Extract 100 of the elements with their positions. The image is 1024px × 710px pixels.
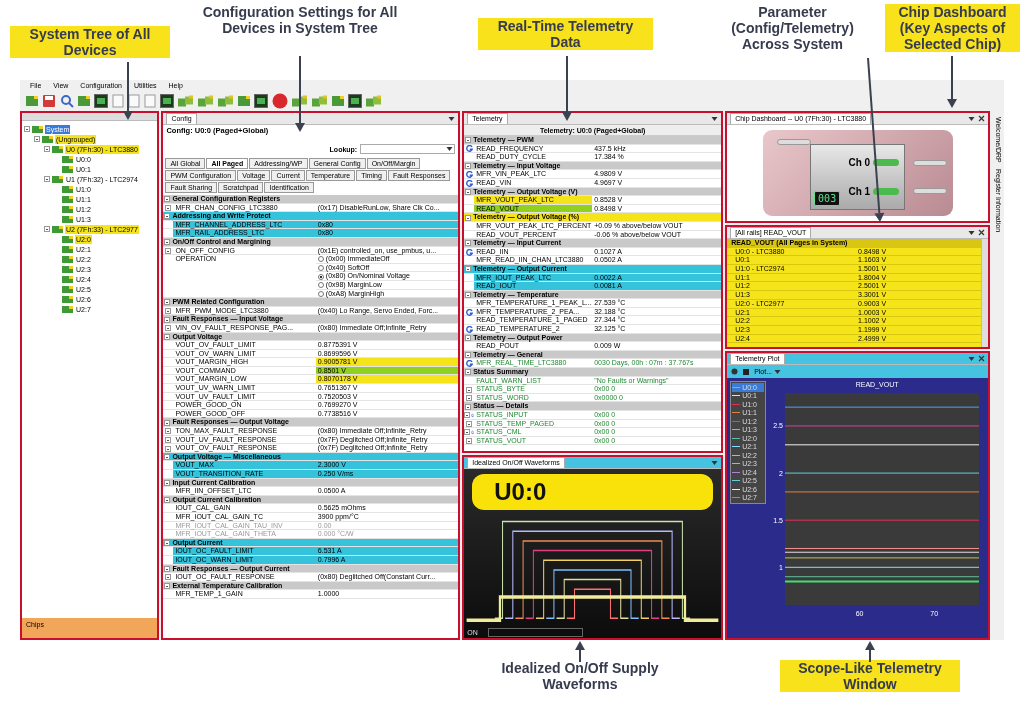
collapse-icon[interactable] <box>164 497 171 504</box>
collapse-icon[interactable] <box>164 565 171 572</box>
dropdown-arrow-icon <box>446 146 454 152</box>
expand-icon[interactable] <box>165 325 172 332</box>
close-icon <box>978 115 986 122</box>
board-icon <box>160 94 174 108</box>
expand-icon[interactable] <box>44 146 50 152</box>
expand-icon[interactable] <box>165 436 172 443</box>
callout-label: Idealized On/Off Supply Waveforms <box>500 660 660 692</box>
expand-icon[interactable] <box>44 226 50 232</box>
callout-label: System Tree of All Devices <box>10 26 170 58</box>
collapse-icon[interactable] <box>164 454 171 461</box>
collapse-icon[interactable] <box>164 540 171 547</box>
stop-icon <box>272 93 288 109</box>
expand-icon[interactable] <box>466 395 473 402</box>
dropdown-arrow-icon <box>968 229 976 236</box>
chip-icon <box>62 305 73 313</box>
chip-icon <box>62 215 73 223</box>
collapse-icon[interactable] <box>465 369 472 376</box>
lookup-field[interactable] <box>360 144 456 154</box>
collapse-icon[interactable] <box>465 334 472 341</box>
collapse-icon[interactable] <box>164 333 171 340</box>
callout-arrow <box>123 61 133 120</box>
callout-label: Parameter (Config/Telemetry) Across System <box>730 4 855 52</box>
dropdown-arrow-icon <box>711 115 719 122</box>
chip-icon <box>62 275 73 283</box>
close-icon <box>978 229 986 236</box>
chip-icon <box>62 195 73 203</box>
collapse-icon[interactable] <box>164 419 171 426</box>
chip-icon <box>238 96 250 106</box>
expand-icon[interactable] <box>44 176 50 182</box>
collapse-icon[interactable] <box>465 403 472 410</box>
chips-icon <box>366 94 382 108</box>
status-led <box>873 159 900 166</box>
expand-icon[interactable] <box>24 126 30 132</box>
collapse-icon[interactable] <box>465 292 472 298</box>
board-icon <box>348 94 362 108</box>
chip-icon <box>62 295 73 303</box>
collapse-icon[interactable] <box>465 188 472 195</box>
chips-icon <box>312 94 328 108</box>
collapse-icon[interactable] <box>164 196 171 203</box>
expand-icon[interactable] <box>165 445 172 452</box>
hand-icon <box>731 368 739 375</box>
chip-icon <box>332 96 344 106</box>
callout-label: Scope-Like Telemetry Window <box>780 660 960 692</box>
radio-button[interactable] <box>317 290 324 297</box>
value-pill <box>776 139 811 145</box>
value-pill <box>912 188 947 194</box>
search-icon <box>60 94 74 108</box>
board-icon <box>94 94 108 108</box>
chip-icon <box>62 205 73 213</box>
chip-icon <box>62 235 73 243</box>
callout-label: Configuration Settings for All Devices in System Tree <box>201 4 399 36</box>
expand-icon[interactable] <box>464 429 471 436</box>
callout-arrow <box>947 55 957 108</box>
expand-icon[interactable] <box>165 308 172 314</box>
collapse-icon[interactable] <box>465 240 472 247</box>
collapse-icon[interactable] <box>465 214 472 221</box>
collapse-icon[interactable] <box>465 352 472 359</box>
chip-icon <box>52 225 63 233</box>
collapse-icon[interactable] <box>164 239 171 246</box>
expand-icon[interactable] <box>466 420 473 427</box>
radio-button[interactable] <box>317 256 324 263</box>
expand-icon[interactable] <box>165 428 172 435</box>
collapse-icon[interactable] <box>164 213 171 220</box>
collapse-icon[interactable] <box>164 316 171 323</box>
radio-button[interactable] <box>317 265 324 272</box>
dropdown-arrow-icon <box>711 459 719 466</box>
radio-button[interactable] <box>317 273 324 280</box>
chip-icon <box>52 175 63 183</box>
chip-icon <box>32 125 43 133</box>
save-icon <box>42 94 56 108</box>
chips-icon <box>218 94 234 108</box>
collapse-icon[interactable] <box>465 137 472 144</box>
expand-icon[interactable] <box>466 438 473 445</box>
collapse-icon[interactable] <box>164 479 171 486</box>
collapse-icon[interactable] <box>465 163 472 170</box>
collapse-icon[interactable] <box>164 299 171 306</box>
collapse-icon[interactable] <box>465 266 472 273</box>
chip-icon <box>62 245 73 253</box>
document-icon <box>144 94 156 108</box>
expand-icon[interactable] <box>165 574 172 581</box>
expand-icon[interactable] <box>466 386 473 393</box>
expand-icon[interactable] <box>165 204 172 211</box>
counter-display: 003 <box>814 191 841 206</box>
value-pill <box>912 160 947 166</box>
chip-icon <box>62 255 73 263</box>
chips-icon <box>178 94 194 108</box>
chip-icon <box>26 96 38 106</box>
dropdown-arrow-icon <box>968 355 976 362</box>
expand-icon[interactable] <box>34 136 40 142</box>
expand-icon[interactable] <box>165 247 172 254</box>
chip-icon <box>62 165 73 173</box>
chip-icon <box>62 285 73 293</box>
collapse-icon[interactable] <box>164 583 171 589</box>
rail-name: U0:0 <box>494 478 547 506</box>
radio-button[interactable] <box>317 282 324 289</box>
chip-icon <box>52 145 63 153</box>
expand-icon[interactable] <box>464 412 471 419</box>
channel-label: Ch 0 <box>848 157 871 168</box>
